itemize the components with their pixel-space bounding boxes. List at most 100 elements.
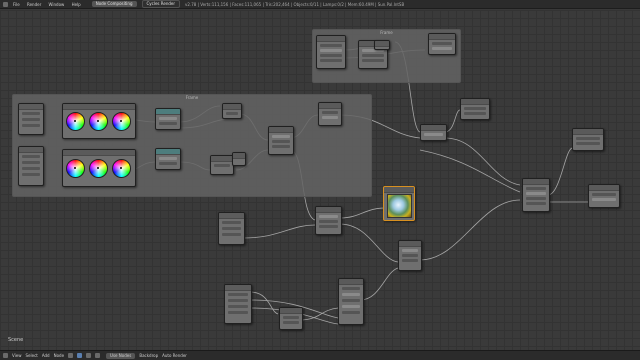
node-mix-right[interactable] (420, 124, 447, 141)
node-header (63, 150, 135, 156)
shader-tree-icon[interactable] (68, 353, 74, 358)
node-field (342, 305, 360, 308)
node-gamma-a[interactable] (155, 108, 181, 130)
node-composite-output[interactable] (572, 128, 604, 151)
node-header (339, 279, 363, 285)
menu-view[interactable]: View (12, 353, 22, 358)
menu-render[interactable]: Render (27, 2, 41, 7)
top-menu: File Render Window Help (13, 2, 87, 7)
color-wheel-gamma[interactable] (89, 112, 108, 131)
node-field (319, 215, 338, 218)
node-field (592, 198, 616, 201)
node-field (320, 54, 342, 57)
node-header (156, 109, 180, 115)
node-field (22, 112, 40, 115)
node-field (22, 167, 40, 170)
layout-selector[interactable]: Node Compositing (91, 1, 137, 7)
color-wheel-gain[interactable] (112, 112, 131, 131)
node-bright-contrast[interactable] (318, 102, 342, 126)
node-header (429, 34, 455, 40)
node-field (362, 59, 384, 62)
node-field (22, 161, 40, 164)
node-render-layers-a[interactable] (18, 103, 44, 135)
node-field (272, 135, 290, 138)
top-header: File Render Window Help Node Compositing… (0, 0, 640, 9)
compositing-tree-icon[interactable] (77, 353, 83, 358)
node-field (322, 116, 338, 119)
node-field (342, 299, 360, 302)
color-wheel-lift[interactable] (66, 159, 85, 178)
texture-tree-icon[interactable] (86, 353, 92, 358)
node-alpha-over[interactable] (428, 33, 456, 55)
node-field (342, 293, 360, 296)
menu-select[interactable]: Select (26, 353, 38, 358)
node-composite-mix[interactable] (522, 178, 550, 212)
node-field (464, 112, 486, 115)
node-math-a[interactable] (222, 103, 242, 119)
node-field (22, 155, 40, 158)
node-field (424, 133, 443, 136)
menu-window[interactable]: Window (49, 2, 65, 7)
node-field (526, 192, 546, 195)
node-header (233, 153, 245, 159)
node-field (159, 117, 177, 120)
node-color-balance-a[interactable] (62, 103, 136, 139)
node-render-layers-bottom[interactable] (224, 284, 252, 324)
menu-file[interactable]: File (13, 2, 20, 7)
node-header (63, 104, 135, 110)
color-wheel-gamma[interactable] (89, 159, 108, 178)
node-mix-lower[interactable] (398, 240, 422, 271)
editor-type-icon[interactable] (3, 1, 8, 7)
node-editor-header: View Select Add Node Use Nodes Backdrop … (0, 350, 640, 360)
node-render-layers-b[interactable] (18, 146, 44, 186)
node-mix-center[interactable] (268, 126, 294, 155)
menu-node[interactable]: Node (54, 353, 64, 358)
node-field (22, 118, 40, 121)
node-image-preview[interactable] (383, 186, 415, 221)
node-math-bottom[interactable] (279, 307, 303, 330)
color-wheel-gain[interactable] (112, 159, 131, 178)
node-field (159, 162, 177, 165)
node-mix-middle[interactable] (315, 206, 342, 235)
node-math-c[interactable] (232, 152, 246, 166)
node-mix-bottom[interactable] (338, 278, 364, 325)
node-field (319, 220, 338, 223)
render-engine-selector[interactable]: Cycles Render (141, 0, 181, 8)
node-field (228, 305, 248, 308)
node-header (319, 103, 341, 109)
render-result-icon[interactable] (95, 353, 101, 358)
node-input-lower[interactable] (218, 212, 245, 245)
editor-type-icon[interactable] (3, 353, 8, 358)
node-field (22, 124, 40, 127)
node-field (320, 44, 342, 47)
node-field (228, 311, 248, 314)
color-wheel-lift[interactable] (66, 112, 85, 131)
node-header (523, 179, 549, 185)
node-header (399, 241, 421, 247)
node-viewer-top[interactable] (460, 98, 490, 120)
node-math-b[interactable] (210, 155, 234, 175)
backdrop-checkbox[interactable]: Backdrop (139, 353, 158, 358)
node-field (362, 54, 384, 57)
node-gamma-b[interactable] (155, 148, 181, 170)
node-field (526, 187, 546, 190)
node-header (317, 36, 345, 42)
use-nodes-checkbox[interactable]: Use Nodes (106, 352, 136, 359)
node-field (526, 202, 546, 205)
node-header (384, 187, 414, 193)
auto-render-checkbox[interactable]: Auto Render (162, 353, 187, 358)
node-field (226, 112, 238, 115)
node-render-layers[interactable] (316, 35, 346, 69)
image-thumbnail (387, 194, 412, 218)
node-color-balance-b[interactable] (62, 149, 136, 187)
menu-add[interactable]: Add (42, 353, 50, 358)
node-header (280, 308, 302, 314)
node-field (228, 299, 248, 302)
node-viewer-output[interactable] (588, 184, 620, 208)
node-field (272, 145, 290, 148)
menu-help[interactable]: Help (72, 2, 81, 7)
node-value[interactable] (374, 40, 390, 50)
node-field (222, 233, 241, 236)
node-field (576, 142, 600, 145)
node-field (228, 293, 248, 296)
